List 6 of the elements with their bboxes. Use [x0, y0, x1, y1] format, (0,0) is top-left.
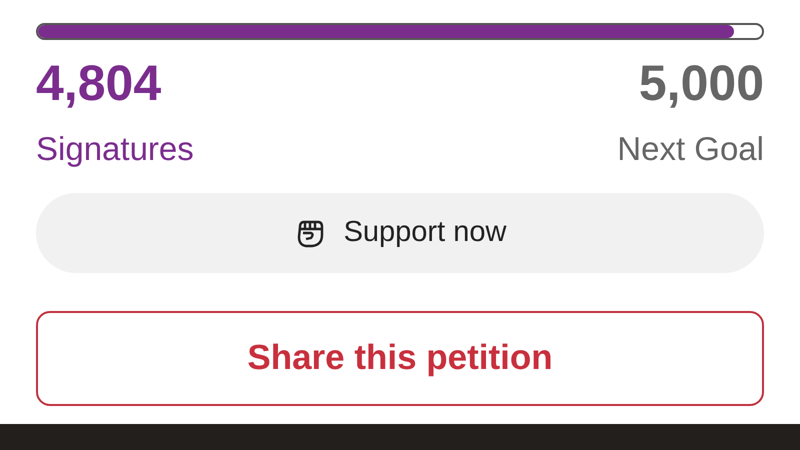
signatures-label: Signatures: [36, 132, 194, 165]
share-button[interactable]: Share this petition: [36, 311, 764, 406]
goal-label: Next Goal: [617, 132, 764, 165]
goal-count: 5,000: [638, 58, 764, 108]
support-button[interactable]: Support now: [36, 193, 764, 273]
signature-count: 4,804: [36, 58, 162, 108]
